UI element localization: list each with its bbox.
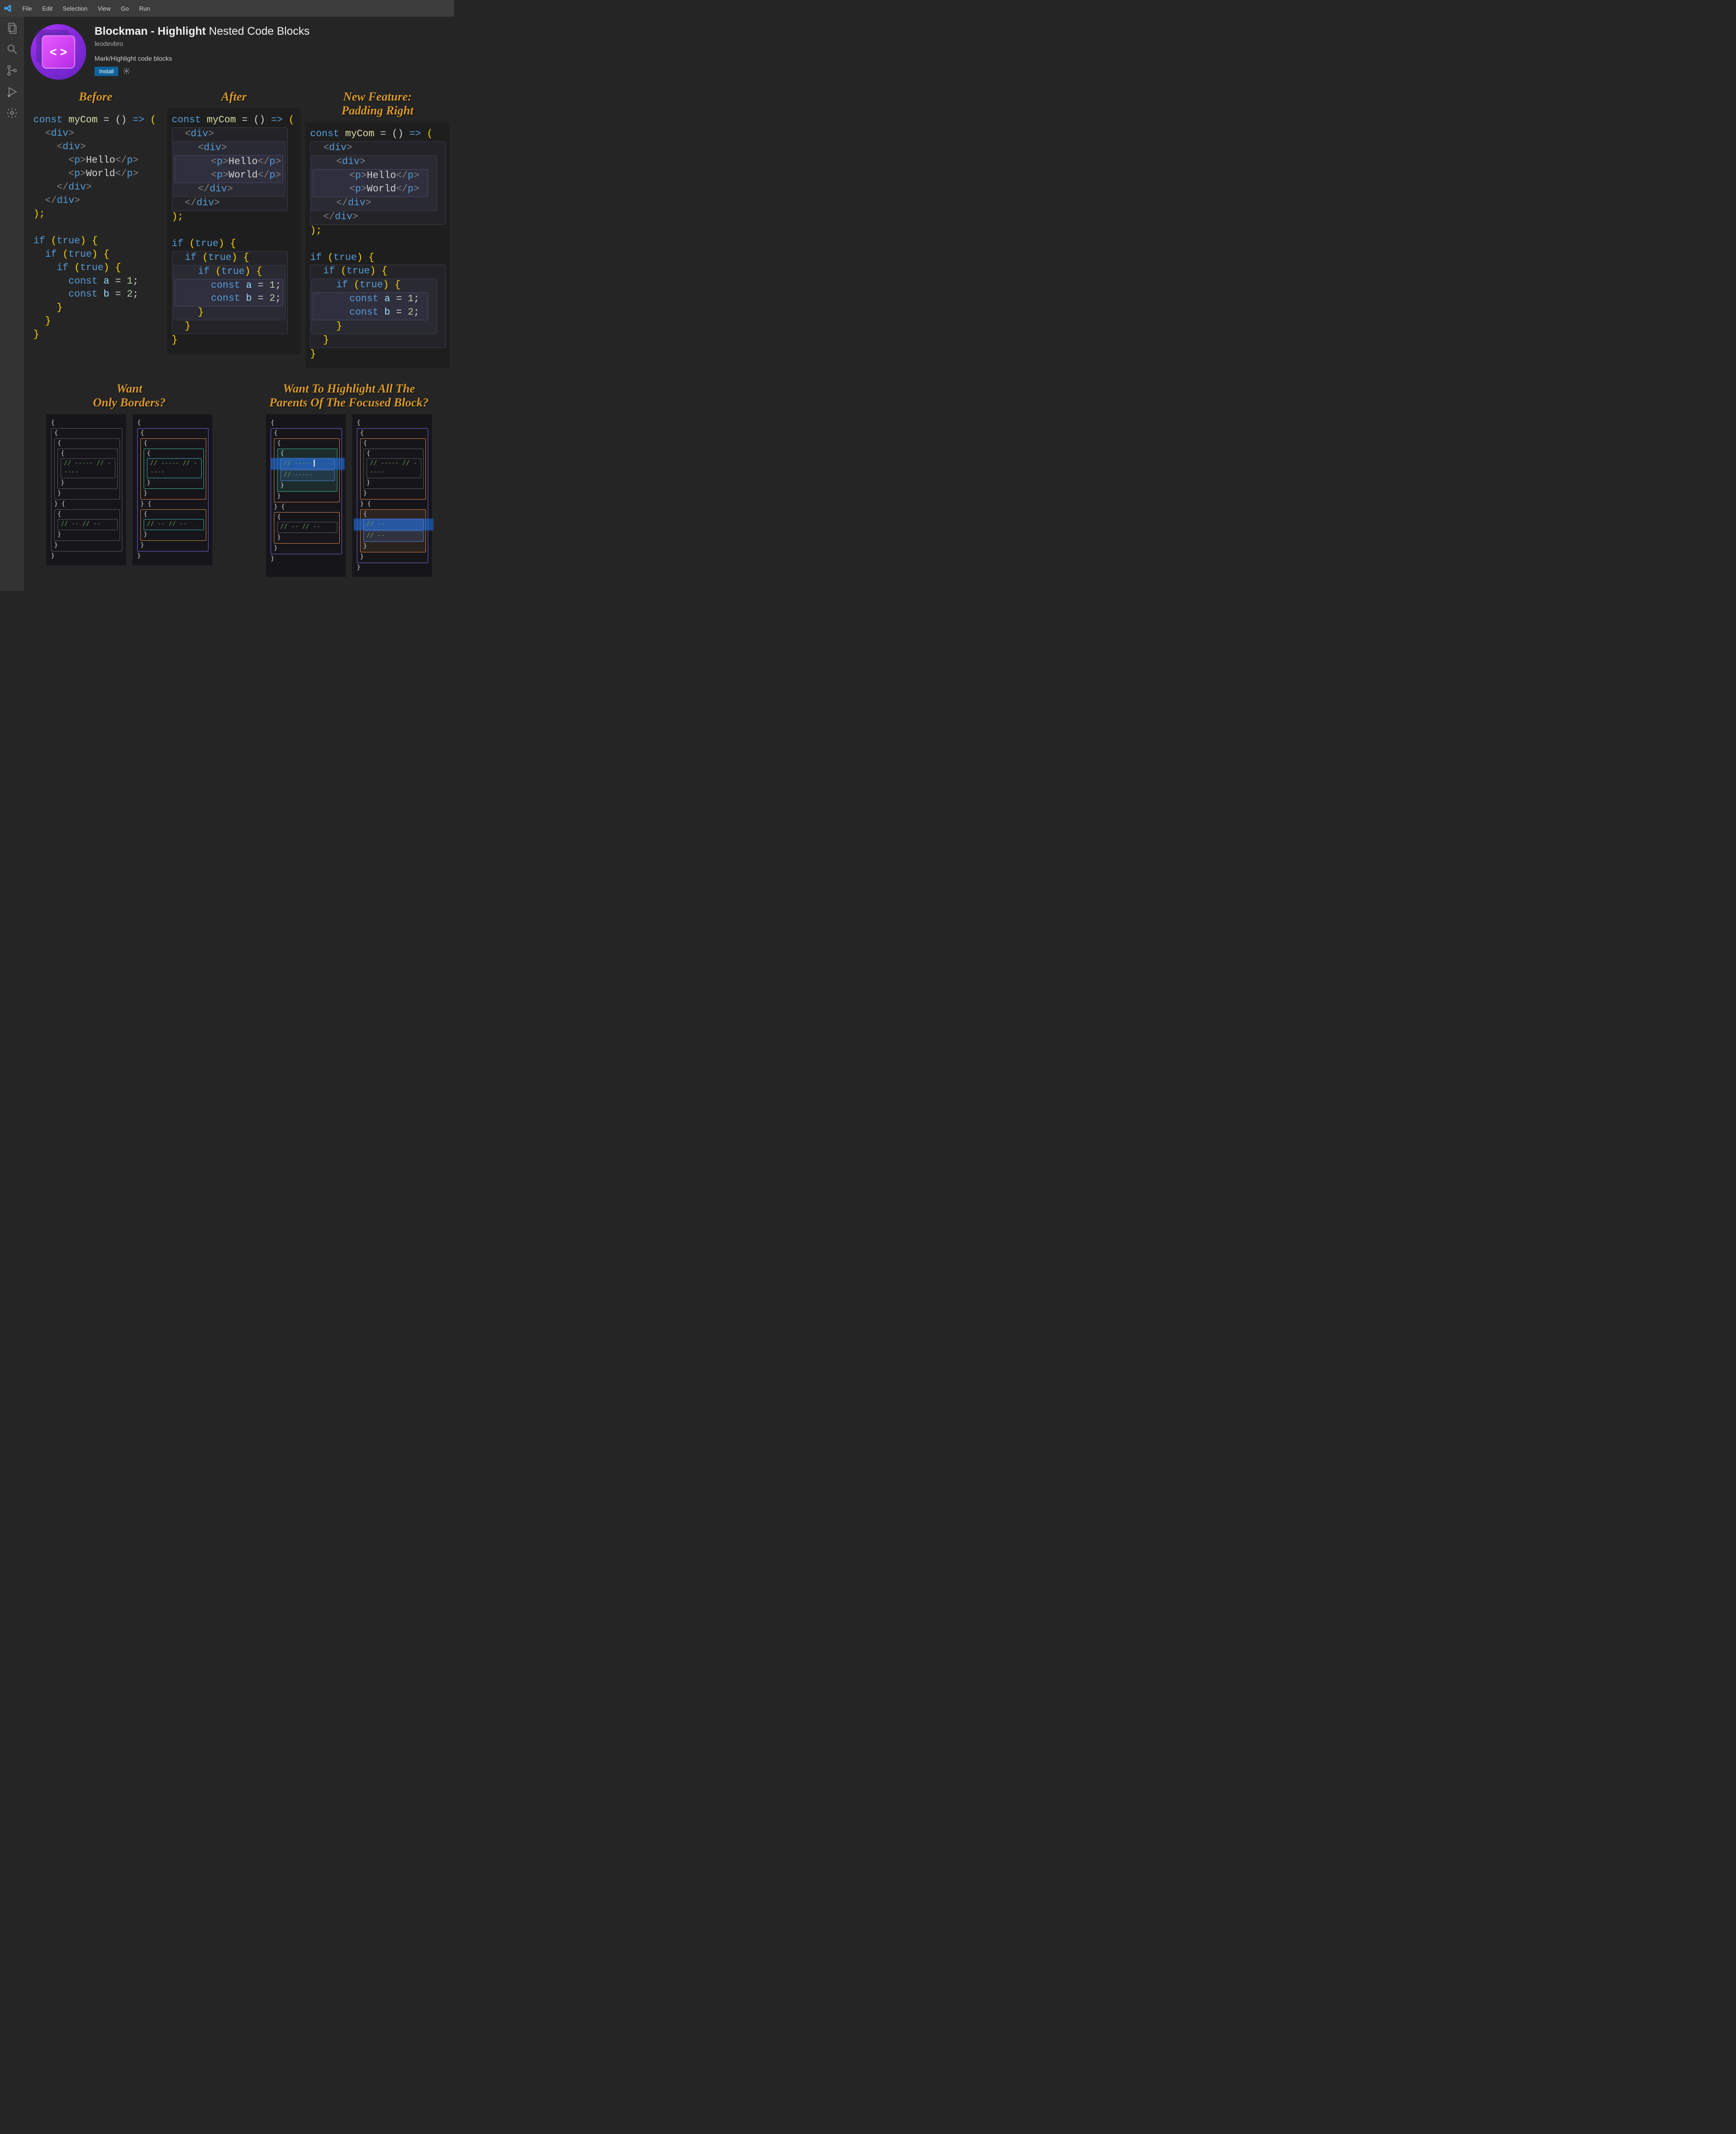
options-row: WantOnly Borders? { { { { // ----- // --… bbox=[29, 379, 450, 576]
editor-content: < > Blockman - Highlight Nested Code Blo… bbox=[24, 17, 454, 591]
extension-header: < > Blockman - Highlight Nested Code Blo… bbox=[29, 21, 450, 85]
extension-title-sub: Nested Code Blocks bbox=[209, 25, 310, 38]
before-title: Before bbox=[29, 87, 163, 108]
new-feature-title: New Feature:Padding Right bbox=[305, 87, 450, 122]
new-feature-code: const myCom = () => ( <div> <div> <p>Hel… bbox=[305, 122, 450, 368]
activity-bar bbox=[0, 17, 24, 591]
before-column: Before const myCom = () => ( <div> <div>… bbox=[29, 87, 163, 368]
menu-edit[interactable]: Edit bbox=[38, 3, 57, 14]
parents-preview-a: { { { { // ----- // ----- } } } { { // -… bbox=[266, 414, 346, 577]
menu-view[interactable]: View bbox=[93, 3, 115, 14]
new-feature-column: New Feature:Padding Right const myCom = … bbox=[305, 87, 450, 368]
highlight-parents-title: Want To Highlight All TheParents Of The … bbox=[248, 379, 450, 414]
extension-title: Blockman - Highlight Nested Code Blocks bbox=[95, 25, 310, 38]
after-title: After bbox=[167, 87, 301, 108]
borders-color-preview: { { { { // ----- // ----- } } } { { // -… bbox=[133, 414, 212, 565]
extension-icon: < > bbox=[31, 24, 86, 80]
search-icon[interactable] bbox=[6, 43, 19, 56]
borders-gray-preview: { { { { // ----- // ----- } } } { { // -… bbox=[46, 414, 126, 565]
main-area: < > Blockman - Highlight Nested Code Blo… bbox=[0, 17, 454, 591]
title-bar: File Edit Selection View Go Run bbox=[0, 0, 454, 17]
extension-description: Mark/Highlight code blocks bbox=[95, 55, 310, 62]
source-control-icon[interactable] bbox=[6, 64, 19, 77]
extension-settings-gear-icon[interactable] bbox=[123, 67, 130, 76]
comparison-row: Before const myCom = () => ( <div> <div>… bbox=[29, 87, 450, 368]
parents-preview-b: { { { { // ----- // ----- } } } { { // -… bbox=[352, 414, 432, 577]
menu-run[interactable]: Run bbox=[134, 3, 155, 14]
menu-file[interactable]: File bbox=[18, 3, 37, 14]
settings-gear-icon[interactable] bbox=[6, 107, 19, 120]
extension-title-main: Blockman - Highlight bbox=[95, 25, 206, 38]
install-button[interactable]: Install bbox=[95, 67, 118, 76]
vscode-logo-icon bbox=[4, 4, 12, 13]
run-debug-icon[interactable] bbox=[6, 85, 19, 98]
menu-go[interactable]: Go bbox=[116, 3, 133, 14]
explorer-icon[interactable] bbox=[6, 21, 19, 34]
menu-selection[interactable]: Selection bbox=[58, 3, 92, 14]
only-borders-title: WantOnly Borders? bbox=[29, 379, 230, 414]
extension-meta: Blockman - Highlight Nested Code Blocks … bbox=[95, 24, 310, 80]
only-borders-section: WantOnly Borders? { { { { // ----- // --… bbox=[29, 379, 230, 576]
after-column: After const myCom = () => ( <div> <div> … bbox=[167, 87, 301, 368]
highlight-parents-section: Want To Highlight All TheParents Of The … bbox=[248, 379, 450, 576]
extension-publisher: leodevbro bbox=[95, 40, 310, 47]
menu-bar: File Edit Selection View Go Run bbox=[18, 3, 155, 14]
after-code: const myCom = () => ( <div> <div> <p>Hel… bbox=[167, 108, 301, 354]
code-brackets-icon: < > bbox=[42, 35, 75, 69]
before-code: const myCom = () => ( <div> <div> <p>Hel… bbox=[29, 108, 163, 348]
